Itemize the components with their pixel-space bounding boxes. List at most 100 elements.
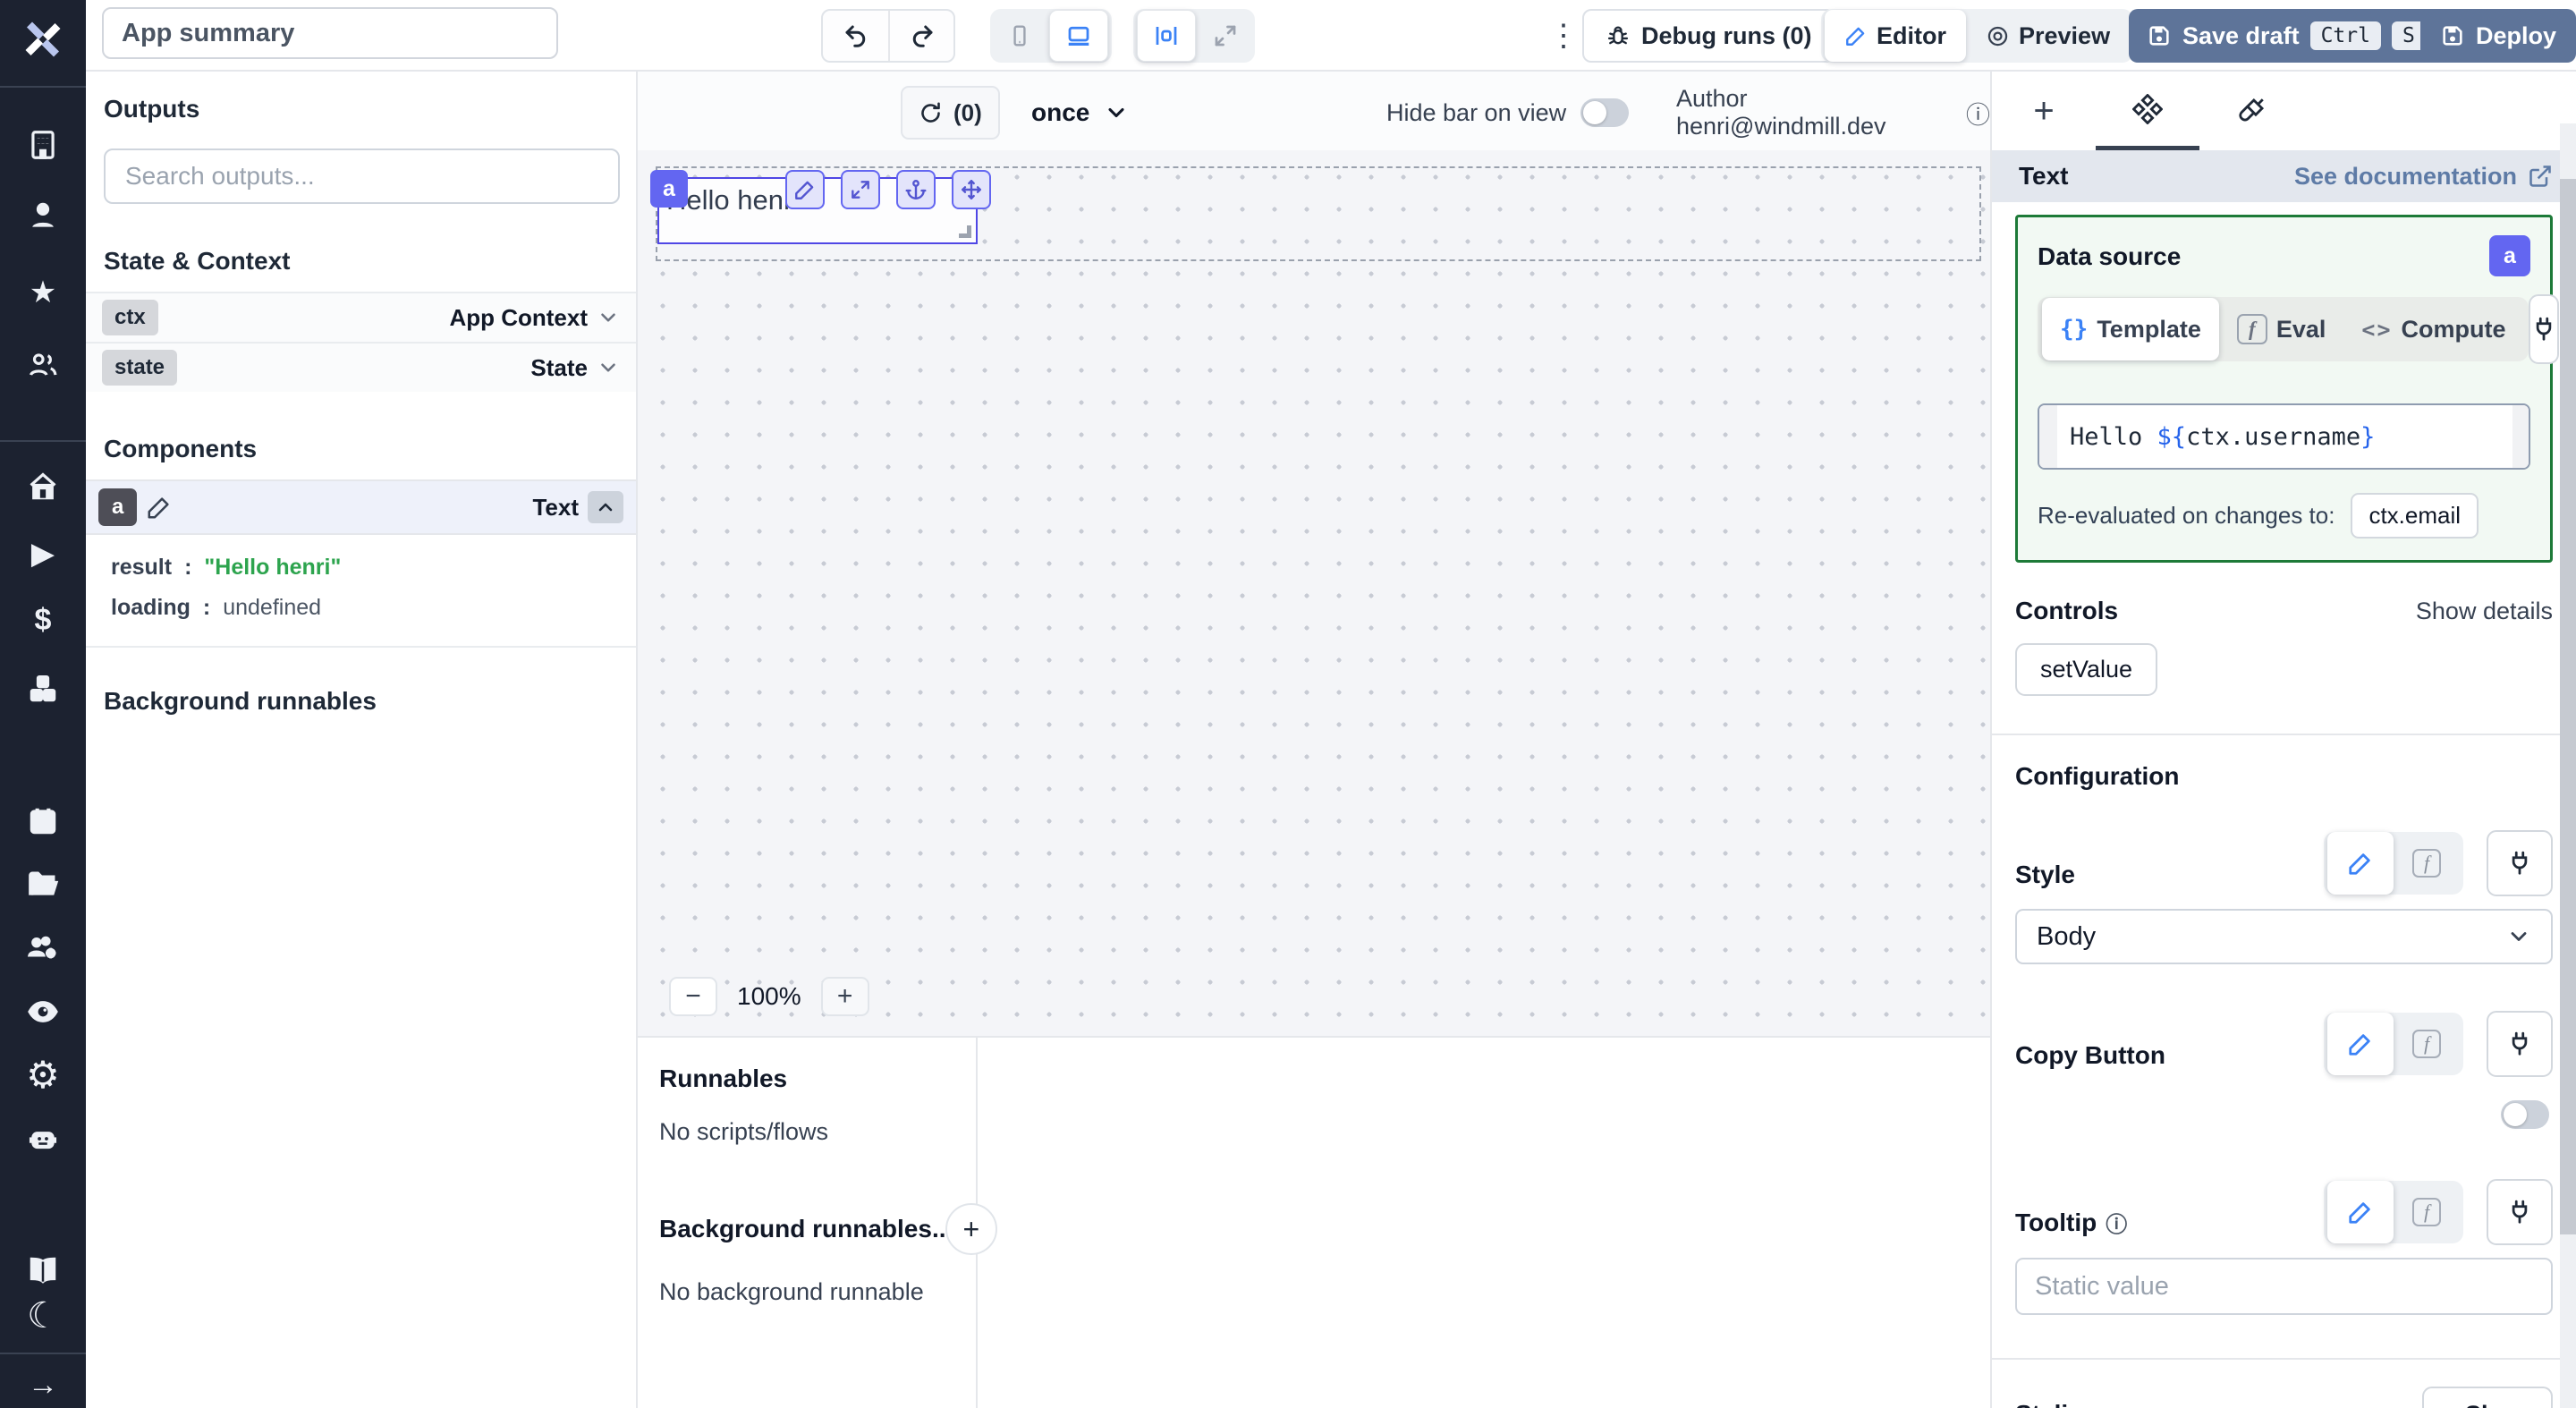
canvas-grid[interactable] — [638, 150, 1990, 1036]
add-background-runnable-button[interactable]: + — [945, 1203, 997, 1255]
code-scrollbar[interactable] — [2512, 405, 2529, 468]
workspace-sidebar: ★ ▶ $ ⚙ — [0, 0, 86, 1408]
show-details-link[interactable]: Show details — [2416, 598, 2553, 625]
rename-pencil-icon[interactable] — [146, 494, 173, 521]
search-outputs-input[interactable] — [104, 148, 620, 204]
refresh-runs-button[interactable]: (0) — [901, 86, 1000, 140]
variables-dollar-icon[interactable]: $ — [0, 600, 86, 640]
mobile-view-button[interactable] — [994, 13, 1046, 59]
eval-mode-button[interactable]: f — [2394, 1184, 2460, 1240]
static-mode-button[interactable] — [2327, 1181, 2394, 1243]
settings-gear-icon[interactable]: ⚙ — [0, 1055, 86, 1094]
audit-eye-icon[interactable] — [0, 992, 86, 1031]
style-select[interactable]: Body — [2015, 909, 2553, 964]
zoom-out-button[interactable]: − — [669, 977, 717, 1016]
connect-plug-button[interactable] — [2529, 294, 2559, 364]
dollar-glyph: $ — [35, 603, 52, 638]
plug-icon — [2530, 316, 2557, 343]
app-canvas: (0) once Hide bar on view Author henri@w… — [638, 72, 1990, 1036]
dark-mode-moon-icon[interactable]: ☾ — [0, 1296, 86, 1336]
component-a-row[interactable]: a Text — [86, 479, 636, 535]
resources-cubes-icon[interactable] — [0, 669, 86, 708]
ai-robot-icon[interactable] — [0, 1119, 86, 1158]
expand-component-button[interactable] — [841, 170, 880, 209]
home-icon[interactable] — [0, 467, 86, 506]
runs-play-icon[interactable]: ▶ — [0, 534, 86, 573]
sidebar-divider — [0, 86, 86, 88]
info-icon[interactable]: ⓘ — [2106, 1207, 2127, 1238]
zoom-in-button[interactable]: + — [821, 977, 869, 1016]
setvalue-control-button[interactable]: setValue — [2015, 643, 2157, 696]
static-mode-button[interactable] — [2327, 832, 2394, 895]
more-options-kebab-menu[interactable]: ⋮ — [1546, 13, 1581, 59]
schedules-calendar-icon[interactable] — [0, 802, 86, 841]
hide-bar-toggle[interactable] — [1580, 98, 1629, 127]
app-summary-input[interactable] — [102, 7, 558, 59]
user-icon[interactable] — [0, 196, 86, 235]
settings-scrollbar-thumb[interactable] — [2560, 179, 2576, 1234]
static-mode-button[interactable] — [2327, 1013, 2394, 1075]
ctx-row[interactable]: ctx App Context — [86, 292, 636, 342]
css-editor-tab[interactable] — [2199, 72, 2303, 150]
debug-runs-button[interactable]: Debug runs (0) — [1582, 9, 1835, 63]
tooltip-static-value-input[interactable] — [2015, 1258, 2553, 1315]
editor-tab[interactable]: Editor — [1825, 10, 1966, 62]
author-label: Author henri@windmill.dev — [1676, 85, 1955, 140]
result-prop[interactable]: result : "Hello henri" — [86, 547, 636, 588]
code-gutter — [2039, 405, 2057, 468]
component-settings-tab[interactable] — [2096, 72, 2199, 150]
loading-prop[interactable]: loading : undefined — [86, 588, 636, 628]
selected-component-badge[interactable]: a — [650, 170, 688, 208]
template-code-input[interactable]: Hello ${ctx.username} — [2038, 403, 2530, 470]
save-draft-label: Save draft — [2182, 22, 2300, 50]
windmill-logo-icon[interactable] — [11, 7, 75, 72]
eval-mode-button[interactable]: f — [2394, 1016, 2460, 1072]
workers-users-gear-icon[interactable] — [0, 929, 86, 968]
desktop-view-button[interactable] — [1049, 10, 1108, 62]
tooltip-label-text: Tooltip — [2015, 1209, 2097, 1237]
sidebar-divider — [0, 440, 86, 442]
eval-mode-tab[interactable]: f Eval — [2219, 301, 2344, 357]
chevron-down-icon[interactable] — [597, 306, 620, 329]
connect-plug-button[interactable] — [2487, 1011, 2553, 1077]
folders-icon[interactable] — [0, 864, 86, 903]
section-divider — [1992, 734, 2576, 735]
connect-plug-button[interactable] — [2487, 830, 2553, 896]
state-row[interactable]: state State — [86, 342, 636, 392]
layout-toggle-group — [1133, 9, 1255, 63]
move-component-button[interactable] — [952, 170, 991, 209]
connect-plug-button[interactable] — [2487, 1179, 2553, 1245]
centered-layout-button[interactable] — [1137, 10, 1196, 62]
eval-mode-button[interactable]: f — [2394, 835, 2460, 891]
see-documentation-link[interactable]: See documentation — [2294, 163, 2553, 191]
styling-show-button[interactable]: ‹ Show — [2422, 1387, 2553, 1408]
workspace-icon[interactable] — [0, 125, 86, 165]
collapse-chevron-button[interactable] — [588, 491, 623, 523]
docs-book-icon[interactable] — [0, 1251, 86, 1290]
template-mode-tab[interactable]: {} Template — [2042, 298, 2219, 360]
fullscreen-layout-button[interactable] — [1199, 13, 1251, 59]
deploy-button[interactable]: Deploy — [2420, 9, 2576, 63]
component-diamonds-icon — [2132, 94, 2163, 124]
save-draft-button[interactable]: Save draft Ctrl S — [2129, 9, 2444, 63]
preview-label: Preview — [2019, 22, 2110, 50]
undo-button[interactable] — [823, 11, 888, 61]
groups-icon[interactable] — [0, 345, 86, 385]
edit-component-button[interactable] — [785, 170, 825, 209]
resize-handle[interactable] — [959, 225, 971, 238]
collapse-arrow-right-icon[interactable]: → — [0, 1365, 86, 1404]
info-icon[interactable]: ⓘ — [1966, 96, 1990, 131]
compute-mode-tab[interactable]: <> Compute — [2343, 301, 2523, 357]
hide-bar-on-view-row: Hide bar on view — [1386, 86, 1629, 140]
chevron-down-icon[interactable] — [597, 356, 620, 379]
insert-component-tab[interactable]: + — [1992, 72, 2096, 150]
redo-button[interactable] — [888, 11, 953, 61]
ctx-label: App Context — [449, 304, 588, 332]
schedule-mode-dropdown[interactable]: once — [1031, 86, 1129, 140]
favorites-star-icon[interactable]: ★ — [0, 273, 86, 312]
anchor-component-button[interactable] — [896, 170, 936, 209]
canvas-zoom-controls: − 100% + — [669, 977, 869, 1016]
dependency-badge[interactable]: ctx.email — [2351, 493, 2479, 539]
copy-button-toggle[interactable] — [2501, 1100, 2549, 1129]
preview-tab[interactable]: Preview — [1966, 10, 2130, 62]
